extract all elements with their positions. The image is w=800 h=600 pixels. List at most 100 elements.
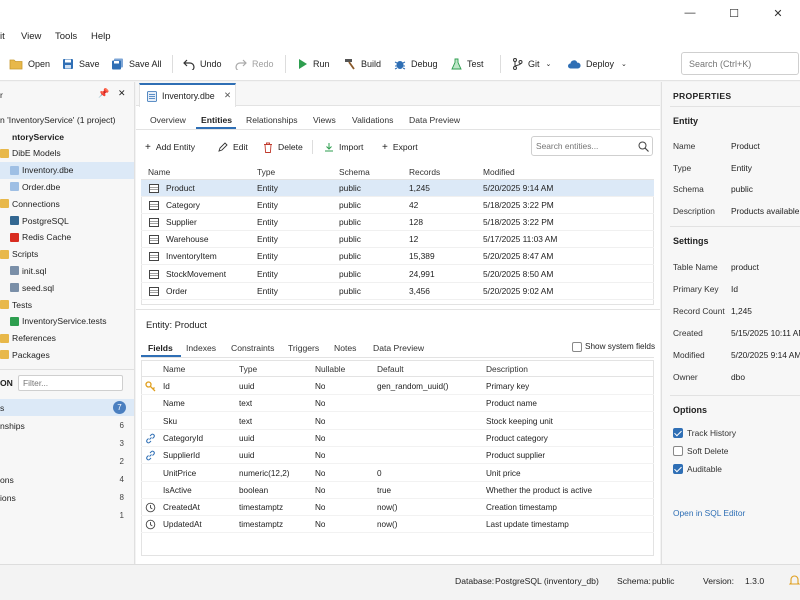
column-header-modified[interactable]: Modified [483,167,515,177]
bell-icon[interactable] [789,574,800,586]
test-button[interactable]: Test [451,55,484,73]
field-row[interactable]: CategoryId uuid No Product category [141,430,654,447]
field-row[interactable]: CreatedAt timestamptz No now() Creation time… [141,499,654,517]
undo-button[interactable]: Undo [183,55,222,73]
category-item[interactable]: 2 [0,453,134,470]
field-header-name[interactable]: Name [163,364,185,374]
subtab-data-preview[interactable]: Data Preview [409,115,460,125]
table-row[interactable]: Warehouse Entity public 12 5/17/2025 11:03 A… [141,231,654,249]
close-tab-icon[interactable]: ✕ [224,90,231,101]
table-row[interactable]: Product Entity public 1,245 5/20/2025 9:14 A… [141,180,654,197]
detail-tab-indexes[interactable]: Indexes [186,343,216,353]
field-row[interactable]: Sku text No Stock keeping unit [141,413,654,430]
property-value[interactable]: Entity [731,163,752,173]
category-item[interactable]: 1 [0,507,134,524]
menu-edit[interactable]: it [0,31,5,42]
filter-input[interactable] [18,375,123,391]
table-row[interactable]: Order Entity public 3,456 5/20/2025 9:02 AM [141,283,654,300]
import-button[interactable]: Import [324,140,363,154]
setting-value[interactable]: 5/20/2025 9:14 AM [731,350,800,360]
setting-value[interactable]: product [731,262,759,272]
table-row[interactable]: Supplier Entity public 128 5/18/2025 3:22 PM [141,214,654,232]
field-row[interactable]: Name text No Product name [141,395,654,413]
run-button[interactable]: Run [297,55,330,73]
export-button[interactable]: + Export [382,140,418,154]
database-value[interactable]: PostgreSQL (inventory_db) [495,576,599,586]
setting-value[interactable]: dbo [731,372,745,382]
option-checkbox[interactable] [673,464,683,474]
menu-view[interactable]: View [21,31,41,42]
open-in-sql-editor-link[interactable]: Open in SQL Editor [673,508,745,518]
tree-item[interactable]: Order.dbe [0,178,134,195]
column-header-records[interactable]: Records [409,167,440,177]
detail-tab-constraints[interactable]: Constraints [231,343,274,353]
debug-button[interactable]: Debug [394,55,438,73]
field-row[interactable]: UpdatedAt timestamptz No now() Last update t… [141,516,654,534]
maximize-button[interactable]: ☐ [712,0,756,26]
subtab-entities[interactable]: Entities [201,115,232,125]
menu-tools[interactable]: Tools [55,31,77,42]
tree-item[interactable]: ntoryService [0,128,134,145]
column-header-type[interactable]: Type [257,167,275,177]
field-header-type[interactable]: Type [239,364,257,374]
field-header-nullable[interactable]: Nullable [315,364,345,374]
property-value[interactable]: Products available in [731,206,800,216]
category-item[interactable]: nships 6 [0,417,134,434]
option-checkbox[interactable] [673,428,683,438]
save-all-button[interactable]: Save All [111,55,162,73]
show-system-fields-checkbox[interactable] [572,342,582,352]
field-header-default[interactable]: Default [377,364,404,374]
tree-item[interactable]: InventoryService.tests [0,313,134,330]
edit-button[interactable]: Edit [218,140,248,154]
tree-item[interactable]: Connections [0,195,134,212]
detail-tab-triggers[interactable]: Triggers [288,343,319,353]
tree-item[interactable]: Inventory.dbe [0,161,134,179]
subtab-views[interactable]: Views [313,115,336,125]
global-search-input[interactable] [681,52,799,75]
field-row[interactable]: Id uuid No gen_random_uuid() Primary key [141,378,654,395]
pin-icon[interactable]: 📌 [98,88,109,99]
detail-tab-data-preview[interactable]: Data Preview [373,343,424,353]
field-row[interactable]: UnitPrice numeric(12,2) No 0 Unit price [141,465,654,482]
category-item[interactable]: 3 [0,435,134,452]
subtab-validations[interactable]: Validations [352,115,393,125]
build-button[interactable]: Build [343,55,381,73]
tree-item[interactable]: init.sql [0,262,134,279]
column-header-name[interactable]: Name [148,167,170,177]
table-row[interactable]: Category Entity public 42 5/18/2025 3:22 PM [141,197,654,215]
solution-root[interactable]: n 'InventoryService' (1 project) [0,111,134,128]
setting-value[interactable]: 1,245 [731,306,752,316]
delete-button[interactable]: Delete [263,140,303,154]
close-panel-icon[interactable]: ✕ [118,88,126,99]
category-item[interactable]: s7 [0,399,134,416]
property-value[interactable]: Product [731,141,760,151]
tree-item[interactable]: References [0,330,134,347]
schema-value[interactable]: public [652,576,674,586]
field-row[interactable]: SupplierId uuid No Product supplier [141,447,654,465]
field-header-description[interactable]: Description [486,364,528,374]
tree-item[interactable]: Packages [0,346,134,363]
tree-item[interactable]: Redis Cache [0,229,134,246]
entity-search-box[interactable] [531,136,653,156]
document-tab-inventory[interactable]: Inventory.dbe ✕ [139,83,236,107]
setting-value[interactable]: Id [731,284,738,294]
subtab-overview[interactable]: Overview [150,115,186,125]
minimize-button[interactable]: — [668,0,712,26]
detail-tab-notes[interactable]: Notes [334,343,356,353]
table-row[interactable]: StockMovement Entity public 24,991 5/20/2025… [141,266,654,283]
add-entity-button[interactable]: + Add Entity [145,140,195,154]
tree-item[interactable]: Scripts [0,246,134,263]
save-button[interactable]: Save [62,55,100,73]
tree-item[interactable]: Tests [0,296,134,313]
column-header-schema[interactable]: Schema [339,167,370,177]
open-button[interactable]: Open [9,55,50,73]
menu-help[interactable]: Help [91,31,111,42]
deploy-dropdown[interactable]: Deploy ⌄ [567,55,627,73]
git-dropdown[interactable]: Git ⌄ [512,55,551,73]
redo-button[interactable]: Redo [235,55,274,73]
detail-tab-fields[interactable]: Fields [148,343,173,353]
field-row[interactable]: IsActive boolean No true Whether the product… [141,482,654,499]
close-window-button[interactable]: ✕ [756,0,800,26]
entity-search-input[interactable] [536,139,632,153]
subtab-relationships[interactable]: Relationships [246,115,298,125]
